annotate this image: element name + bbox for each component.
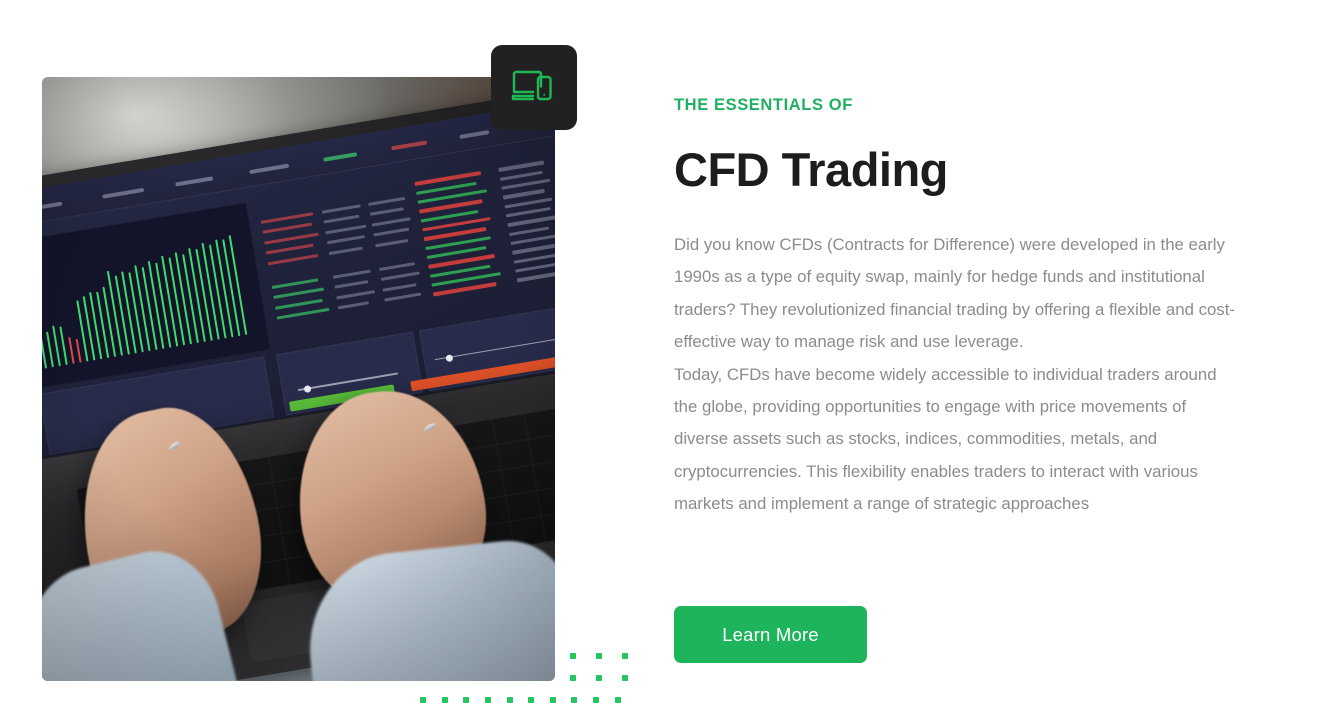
decorative-dot-grid — [418, 645, 628, 706]
content-column: THE ESSENTIALS OF CFD Trading Did you kn… — [674, 0, 1274, 706]
body-copy: Did you know CFDs (Contracts for Differe… — [674, 229, 1236, 521]
decor-dot — [570, 653, 576, 659]
media-column — [0, 0, 660, 706]
order-book-panel — [255, 175, 433, 348]
section-eyebrow: THE ESSENTIALS OF — [674, 96, 853, 114]
decor-dot — [622, 653, 628, 659]
decor-dot — [593, 697, 599, 703]
trade-history-panel — [413, 144, 555, 322]
decor-dot — [420, 697, 426, 703]
photo-background — [42, 77, 555, 681]
decor-dot — [528, 697, 534, 703]
decor-dot — [463, 697, 469, 703]
page-title: CFD Trading — [674, 143, 948, 196]
laptop-trading-photo — [42, 77, 555, 681]
decor-dot — [622, 675, 628, 681]
devices-laptop-mobile-icon — [511, 68, 557, 108]
decor-dot — [442, 697, 448, 703]
decor-dot — [596, 653, 602, 659]
decor-dot — [570, 675, 576, 681]
cfd-trading-feature-section: THE ESSENTIALS OF CFD Trading Did you kn… — [0, 0, 1338, 706]
paragraph-1: Did you know CFDs (Contracts for Differe… — [674, 235, 1235, 352]
decor-dot — [571, 697, 577, 703]
decor-dot — [596, 675, 602, 681]
devices-badge — [491, 45, 577, 130]
finger-ring — [167, 440, 182, 452]
learn-more-button[interactable]: Learn More — [674, 606, 867, 663]
paragraph-2: Today, CFDs have become widely accessibl… — [674, 364, 1217, 514]
decor-dot — [485, 697, 491, 703]
decor-dot — [550, 697, 556, 703]
decor-dot — [507, 697, 513, 703]
decor-dot — [615, 697, 621, 703]
finger-ring — [422, 422, 437, 433]
